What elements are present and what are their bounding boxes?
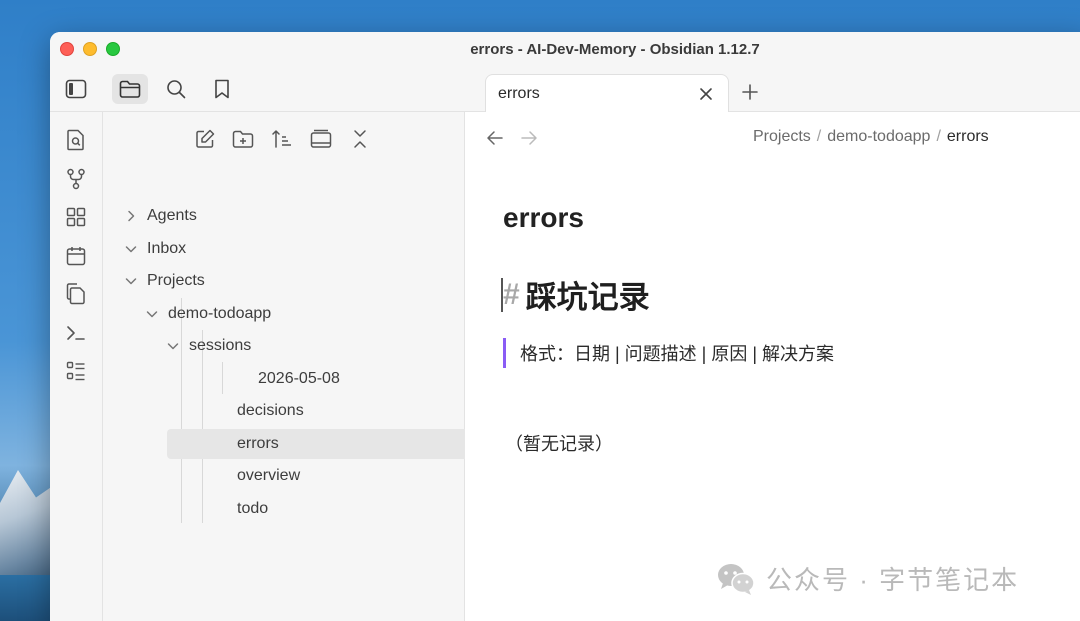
- folder-icon: [119, 80, 141, 98]
- breadcrumb-demo-todoapp[interactable]: demo-todoapp: [827, 128, 930, 146]
- sort-button[interactable]: [269, 126, 295, 152]
- heading-text: 踩坑记录: [525, 280, 650, 315]
- arrow-left-icon: [487, 131, 503, 145]
- folder-inbox[interactable]: Inbox: [121, 234, 451, 264]
- ribbon-outline[interactable]: [64, 359, 88, 383]
- file-todo[interactable]: todo: [237, 494, 447, 524]
- tab-label: errors: [498, 85, 540, 102]
- close-icon: [700, 88, 712, 100]
- watermark: 公众号 · 字节笔记本: [716, 560, 1019, 597]
- ribbon-daily-note[interactable]: [64, 244, 88, 268]
- tree-item-label: errors: [237, 435, 279, 452]
- chevron-down-icon: [121, 239, 141, 259]
- tree-item-label: decisions: [237, 402, 304, 419]
- file-explorer: Agents Inbox Projects demo-todoapp sessi…: [103, 112, 500, 621]
- reveal-file-icon: [310, 129, 332, 148]
- breadcrumb-projects[interactable]: Projects: [753, 128, 811, 146]
- tree-item-label: Agents: [147, 207, 197, 224]
- blockquote[interactable]: 格式：日期 | 问题描述 | 原因 | 解决方案: [503, 338, 834, 368]
- blockquote-text: 格式：日期 | 问题描述 | 原因 | 解决方案: [520, 344, 835, 364]
- tab-bar: errors: [50, 66, 1080, 113]
- file-errors[interactable]: errors: [167, 429, 500, 459]
- tree-item-label: sessions: [189, 337, 252, 354]
- arrow-right-icon: [521, 131, 537, 145]
- editor-pane: Projects / demo-todoapp / errors errors …: [465, 112, 1080, 621]
- folder-sessions[interactable]: sessions: [163, 331, 451, 361]
- auto-reveal-button[interactable]: [308, 126, 334, 152]
- breadcrumb-separator: /: [816, 128, 822, 145]
- file-explorer-button[interactable]: [112, 74, 148, 104]
- bookmarks-button[interactable]: [204, 74, 240, 104]
- chevron-down-icon: [121, 271, 141, 291]
- sort-ascending-icon: [272, 130, 291, 148]
- tab-errors[interactable]: errors: [485, 74, 729, 113]
- ribbon-canvas[interactable]: [64, 205, 88, 229]
- maximize-window-button[interactable]: [106, 42, 120, 56]
- search-icon: [167, 80, 186, 99]
- chevron-right-icon: [121, 206, 141, 226]
- close-window-button[interactable]: [60, 42, 74, 56]
- tree-item-label: Inbox: [147, 240, 187, 257]
- tree-item-label: 2026-05-08: [258, 370, 340, 387]
- grid-icon: [66, 207, 86, 227]
- chevron-down-icon: [163, 336, 183, 356]
- note-title[interactable]: errors: [503, 202, 584, 234]
- tree-item-label: overview: [237, 467, 301, 484]
- chevron-down-icon: [142, 304, 162, 324]
- note-paragraph[interactable]: （暂无记录）: [505, 430, 613, 456]
- file-2026-05-08[interactable]: 2026-05-08: [258, 364, 448, 394]
- breadcrumb: Projects / demo-todoapp / errors: [753, 128, 989, 146]
- navigate-forward-button[interactable]: [517, 126, 541, 150]
- tree-item-label: todo: [237, 500, 269, 517]
- edit-icon: [196, 129, 215, 148]
- git-fork-icon: [67, 168, 85, 190]
- file-decisions[interactable]: decisions: [237, 396, 447, 426]
- plus-icon: [742, 84, 758, 100]
- new-tab-button[interactable]: [736, 78, 764, 106]
- breadcrumb-separator: /: [936, 128, 941, 145]
- heading-marker: #: [503, 277, 520, 311]
- new-note-button[interactable]: [192, 126, 218, 152]
- terminal-icon: [67, 326, 85, 340]
- left-ribbon: [50, 112, 103, 621]
- collapse-all-button[interactable]: [347, 126, 373, 152]
- navigate-back-button[interactable]: [483, 126, 507, 150]
- app-window: errors - AI-Dev-Memory - Obsidian 1.12.7…: [50, 32, 1080, 621]
- chevrons-collapse-icon: [354, 130, 366, 148]
- ribbon-command-palette[interactable]: [64, 321, 88, 345]
- tree-item-label: demo-todoapp: [168, 305, 272, 322]
- toggle-sidebar-button[interactable]: [58, 74, 94, 104]
- blockquote-bar: [503, 338, 506, 368]
- ribbon-templates[interactable]: [64, 282, 88, 306]
- files-icon: [66, 283, 85, 305]
- file-search-icon: [67, 129, 84, 151]
- ribbon-quick-switcher[interactable]: [64, 128, 88, 152]
- note-heading[interactable]: # 踩坑记录: [501, 272, 650, 317]
- minimize-window-button[interactable]: [83, 42, 97, 56]
- watermark-text: 公众号 · 字节笔记本: [766, 565, 1020, 595]
- ribbon-graph-view[interactable]: [64, 167, 88, 191]
- calendar-icon: [66, 247, 86, 266]
- folder-demo-todoapp[interactable]: demo-todoapp: [142, 299, 451, 329]
- file-overview[interactable]: overview: [237, 461, 447, 491]
- folder-projects[interactable]: Projects: [121, 266, 451, 296]
- folder-plus-icon: [232, 130, 254, 148]
- list-checks-icon: [66, 361, 85, 381]
- tree-item-label: Projects: [147, 272, 205, 289]
- window-title: errors - AI-Dev-Memory - Obsidian 1.12.7: [470, 40, 760, 58]
- new-folder-button[interactable]: [230, 126, 256, 152]
- window-controls: [60, 42, 120, 56]
- folder-agents[interactable]: Agents: [121, 201, 451, 231]
- tab-close-button[interactable]: [696, 84, 716, 104]
- search-button[interactable]: [158, 74, 194, 104]
- bookmark-icon: [215, 79, 229, 99]
- breadcrumb-errors[interactable]: errors: [947, 128, 989, 146]
- sidebar-toggle-icon: [65, 79, 87, 99]
- wechat-icon: [718, 563, 755, 595]
- title-bar: errors - AI-Dev-Memory - Obsidian 1.12.7: [50, 32, 1080, 66]
- indent-guide: [222, 362, 223, 394]
